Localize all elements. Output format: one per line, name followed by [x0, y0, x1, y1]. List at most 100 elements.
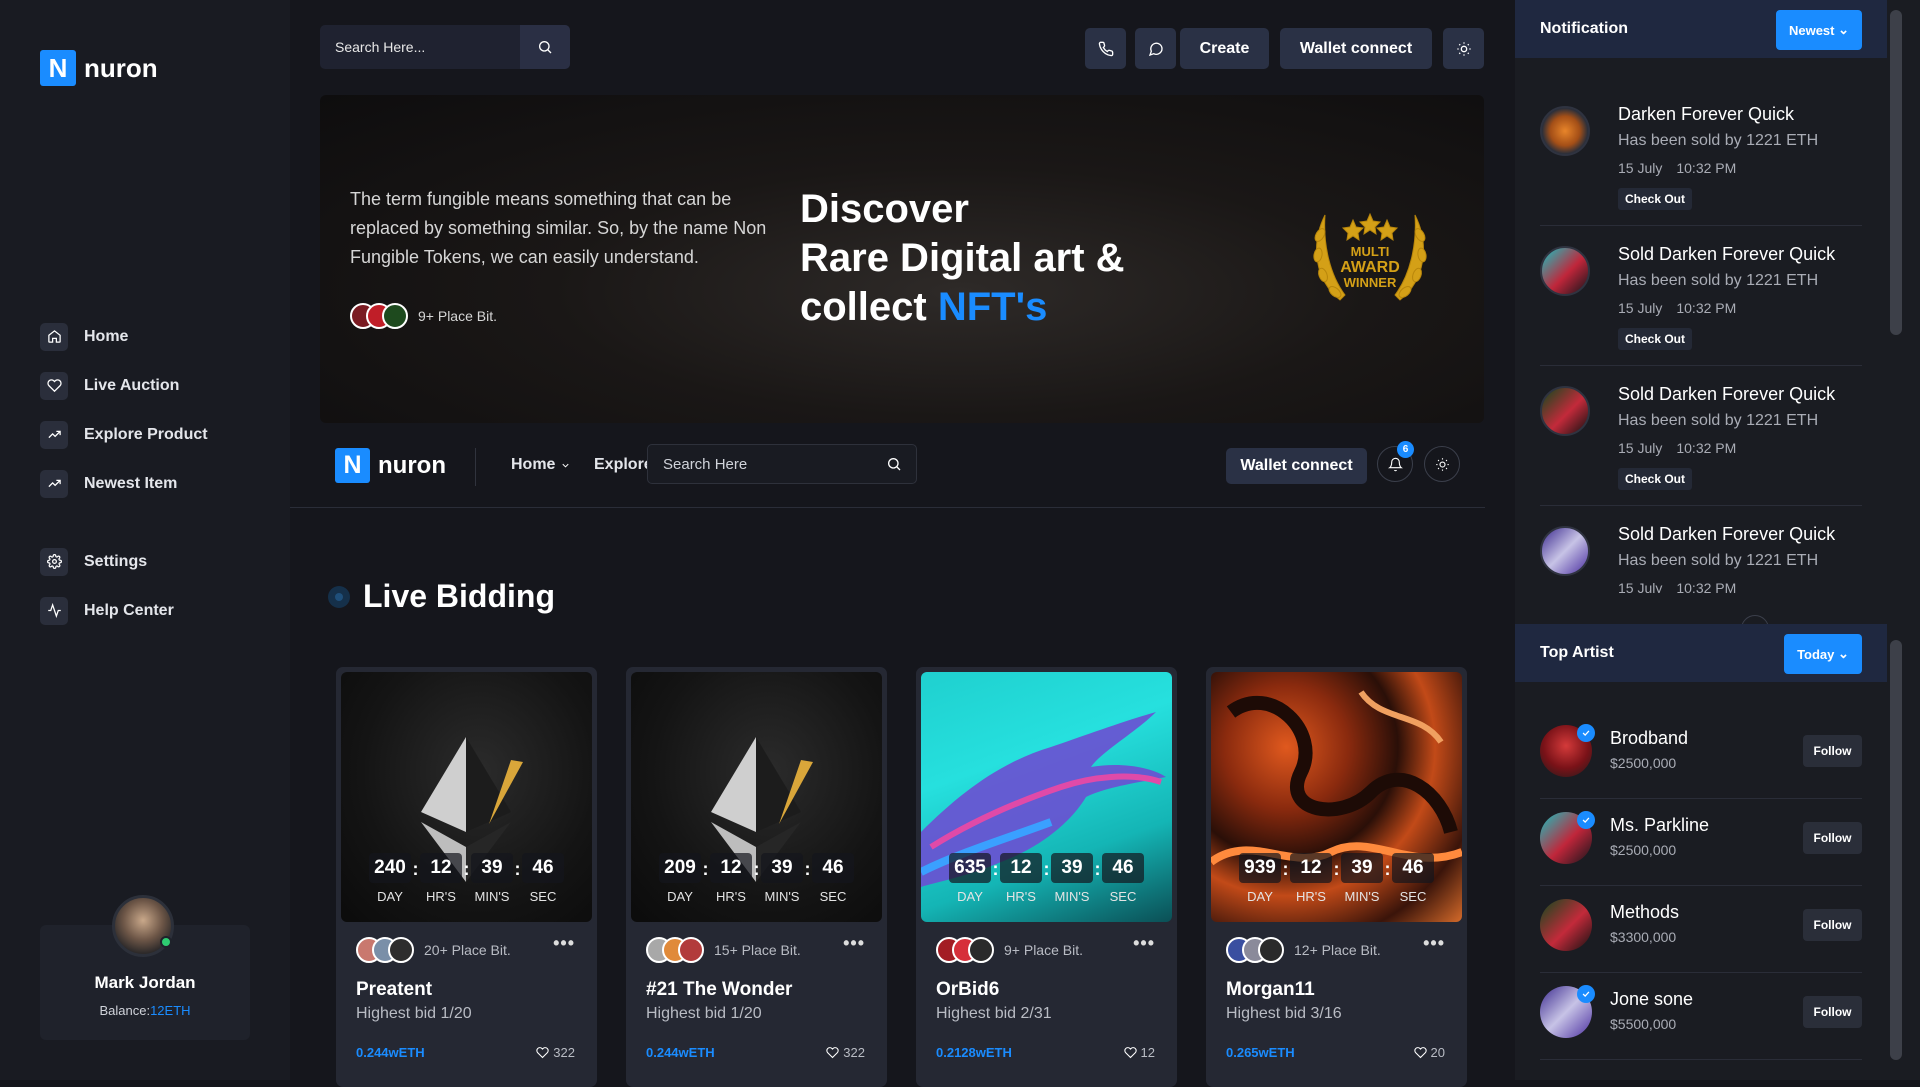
sidebar-item-label: Live Auction: [84, 376, 180, 394]
notification-title: Notification: [1540, 20, 1628, 37]
user-card[interactable]: Mark Jordan Balance:12ETH: [40, 895, 250, 1040]
card-price: 0.244wETH: [356, 1045, 425, 1060]
artist-row[interactable]: Methods $3300,000 Follow: [1540, 886, 1862, 973]
sidebar-item-explore-product[interactable]: Explore Product: [40, 410, 208, 459]
artist-row[interactable]: Brodband $2500,000 Follow: [1540, 712, 1862, 799]
wallet-connect-button[interactable]: Wallet connect: [1280, 28, 1432, 69]
create-button[interactable]: Create: [1180, 28, 1269, 69]
heart-icon: [536, 1047, 549, 1059]
check-out-button[interactable]: Check Out: [1618, 188, 1693, 210]
card-title[interactable]: #21 The Wonder: [646, 979, 792, 1001]
hero-banner: The term fungible means something that c…: [320, 95, 1484, 423]
like-button[interactable]: 322: [826, 1045, 865, 1060]
follow-button[interactable]: Follow: [1803, 909, 1862, 941]
brand-logo[interactable]: N nuron: [40, 50, 158, 86]
verified-icon: [1577, 724, 1595, 742]
avatar: [1540, 106, 1590, 156]
avatar: [968, 937, 994, 963]
countdown-timer: 939 DAY: 12 HR'S: 39 MIN'S: 46 SEC: [1211, 853, 1462, 904]
follow-button[interactable]: Follow: [1803, 822, 1862, 854]
search-input[interactable]: [320, 25, 520, 69]
verified-icon: [1577, 985, 1595, 1003]
notification-item[interactable]: Sold Darken Forever Quick Has been sold …: [1540, 384, 1862, 506]
notification-item[interactable]: Sold Darken Forever Quick Has been sold …: [1540, 244, 1862, 366]
nft-card[interactable]: 240 DAY: 12 HR'S: 39 MIN'S: 46 SEC 20+ Place…: [336, 667, 597, 1087]
nav-wallet-connect-button[interactable]: Wallet connect: [1226, 448, 1367, 484]
nav-home-dropdown[interactable]: Home: [511, 456, 571, 474]
live-bidding-header: Live Bidding: [328, 578, 555, 615]
top-artist-header: Top Artist Today ⌄: [1515, 624, 1887, 682]
gear-icon: [40, 547, 68, 576]
card-highest-bid: Highest bid 1/20: [646, 1005, 762, 1022]
notification-header: Notification Newest ⌄: [1515, 0, 1887, 58]
card-title[interactable]: OrBid6: [936, 979, 999, 1001]
phone-icon: [1098, 41, 1113, 56]
brand-letter: N: [40, 50, 76, 86]
bidder-avatars: [350, 303, 408, 329]
follow-button[interactable]: Follow: [1803, 735, 1862, 767]
divider: [475, 448, 476, 486]
right-panel: Notification Newest ⌄ Darken Forever Qui…: [1515, 0, 1920, 1080]
more-options-icon[interactable]: •••: [553, 933, 575, 954]
top-search: [320, 25, 570, 69]
sidebar-item-newest-item[interactable]: Newest Item: [40, 459, 208, 508]
chat-button[interactable]: [1135, 28, 1176, 69]
notification-button[interactable]: 6: [1377, 441, 1414, 482]
notification-item[interactable]: Darken Forever Quick Has been sold by 12…: [1540, 104, 1862, 226]
heart-icon: [40, 371, 68, 400]
live-pulse-icon: [328, 585, 350, 608]
card-title[interactable]: Morgan11: [1226, 979, 1315, 1001]
sidebar-item-help-center[interactable]: Help Center: [40, 586, 174, 635]
card-title[interactable]: Preatent: [356, 979, 432, 1001]
award-text-1: MULTI: [1351, 244, 1390, 259]
card-place-bit: 20+ Place Bit.: [356, 937, 511, 963]
nft-card[interactable]: 939 DAY: 12 HR'S: 39 MIN'S: 46 SEC 12+ Place…: [1206, 667, 1467, 1087]
search-icon[interactable]: [886, 456, 902, 472]
card-price: 0.244wETH: [646, 1045, 715, 1060]
countdown-timer: 209 DAY: 12 HR'S: 39 MIN'S: 46 SEC: [631, 853, 882, 904]
nft-card[interactable]: 209 DAY: 12 HR'S: 39 MIN'S: 46 SEC 15+ Place…: [626, 667, 887, 1087]
place-bit-text: 9+ Place Bit.: [418, 308, 497, 324]
today-filter-dropdown[interactable]: Today ⌄: [1784, 634, 1862, 674]
avatar: [1258, 937, 1284, 963]
check-out-button[interactable]: Check Out: [1618, 468, 1693, 490]
more-options-icon[interactable]: •••: [1423, 933, 1445, 954]
like-button[interactable]: 12: [1123, 1045, 1155, 1060]
search-button[interactable]: [520, 25, 570, 69]
chevron-down-icon: [562, 463, 570, 468]
award-badge: MULTI AWARD WINNER: [1313, 212, 1427, 301]
countdown-timer: 240 DAY: 12 HR'S: 39 MIN'S: 46 SEC: [341, 853, 592, 904]
hero-place-bit: 9+ Place Bit.: [350, 303, 497, 329]
notification-scrollbar[interactable]: [1890, 10, 1902, 335]
follow-button[interactable]: Follow: [1803, 996, 1862, 1028]
notification-item[interactable]: Sold Darken Forever Quick Has been sold …: [1540, 524, 1862, 593]
artist-scrollbar[interactable]: [1890, 640, 1902, 1060]
nav-theme-toggle[interactable]: [1424, 446, 1460, 482]
user-balance: Balance:12ETH: [99, 1003, 191, 1018]
nav-search: [647, 444, 917, 484]
section-title: Live Bidding: [363, 578, 555, 614]
like-button[interactable]: 20: [1413, 1045, 1445, 1060]
sun-icon: [1435, 457, 1449, 471]
phone-button[interactable]: [1085, 28, 1126, 69]
artist-row[interactable]: Jone sone $5500,000 Follow: [1540, 973, 1862, 1060]
brand-logo[interactable]: N nuron: [335, 448, 446, 483]
notification-count-badge: 6: [1397, 441, 1414, 458]
more-options-icon[interactable]: •••: [843, 933, 865, 954]
sidebar-item-live-auction[interactable]: Live Auction: [40, 361, 208, 410]
nft-card[interactable]: 635 DAY: 12 HR'S: 39 MIN'S: 46 SEC 9+ Place …: [916, 667, 1177, 1087]
sidebar-item-home[interactable]: Home: [40, 312, 208, 361]
artist-row[interactable]: Ms. Parkline $2500,000 Follow: [1540, 799, 1862, 886]
more-options-icon[interactable]: •••: [1133, 933, 1155, 954]
sidebar-item-label: Newest Item: [84, 474, 178, 492]
card-place-bit: 15+ Place Bit.: [646, 937, 801, 963]
avatar: [1540, 246, 1590, 296]
like-button[interactable]: 322: [536, 1045, 575, 1060]
avatar: [1540, 526, 1590, 576]
sidebar-item-settings[interactable]: Settings: [40, 537, 174, 586]
theme-toggle-button[interactable]: [1443, 28, 1484, 69]
check-out-button[interactable]: Check Out: [1618, 328, 1693, 350]
countdown-timer: 635 DAY: 12 HR'S: 39 MIN'S: 46 SEC: [921, 853, 1172, 904]
nav-search-input[interactable]: [648, 455, 886, 473]
newest-filter-dropdown[interactable]: Newest ⌄: [1776, 10, 1862, 50]
